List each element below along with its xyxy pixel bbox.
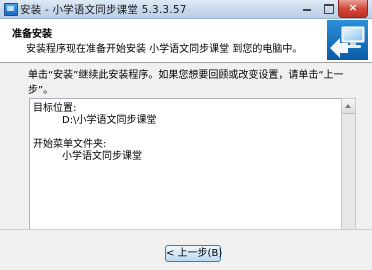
page-subtitle: 安装程序现在准备开始安装 小学语文同步课堂 到您的电脑中。 (26, 44, 303, 55)
title-bar[interactable]: 安装 - 小学语文同步课堂 5.3.3.57 × (0, 0, 372, 19)
destination-value: D:\小学语文同步课堂 (62, 115, 157, 126)
back-button[interactable]: < 上一步(B) (165, 245, 223, 262)
start-menu-value: 小学语文同步课堂 (62, 151, 142, 162)
wizard-header: 准备安装 安装程序现在准备开始安装 小学语文同步课堂 到您的电脑中。 (0, 19, 372, 63)
scroll-up-arrow-icon[interactable] (342, 99, 355, 114)
wizard-footer: < 上一步(B) (0, 229, 372, 270)
installer-app-icon (4, 3, 18, 16)
computer-install-icon (327, 20, 368, 60)
instruction-line-1: 单击“安装”继续此安装程序。如果您想要回顾或改变设置，请单击“上一 (28, 70, 344, 81)
instruction-text: 单击“安装”继续此安装程序。如果您想要回顾或改变设置，请单击“上一 步”。 (28, 68, 348, 98)
wizard-body: 单击“安装”继续此安装程序。如果您想要回顾或改变设置，请单击“上一 步”。 目标… (0, 63, 372, 260)
window-title: 安装 - 小学语文同步课堂 5.3.3.57 (20, 4, 187, 16)
minimize-button[interactable] (296, 0, 318, 17)
back-button-label: < 上一步(B) (166, 248, 223, 259)
page-title: 准备安装 (12, 29, 52, 40)
instruction-line-2: 步”。 (28, 85, 54, 96)
installer-window: 安装 - 小学语文同步课堂 5.3.3.57 × 准备安装 安装程序现在准备开始… (0, 0, 372, 270)
maximize-button[interactable] (318, 0, 340, 17)
close-button[interactable]: × (338, 0, 368, 18)
